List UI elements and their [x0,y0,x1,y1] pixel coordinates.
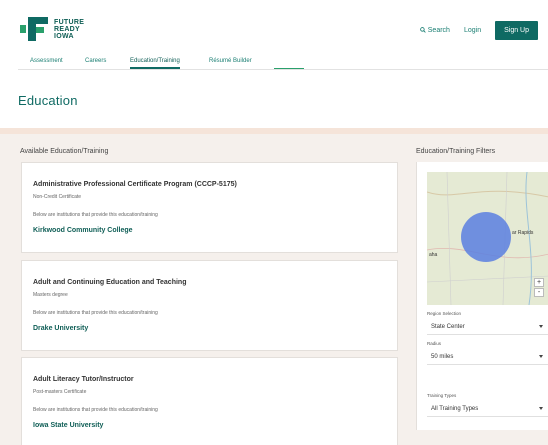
filters-panel: ar Rapids aha + - Region Selection State… [416,162,548,430]
training-types-select[interactable]: All Training Types [427,401,548,417]
chevron-down-icon [539,355,543,358]
map-graphic [427,172,548,305]
tab-resume-builder[interactable]: Résumé Builder [209,58,252,64]
zoom-in-button[interactable]: + [534,278,544,287]
tab-divider [274,68,304,69]
logo-line: READY [54,26,81,33]
nav-tabs: Assessment Careers Education/Training Ré… [18,56,548,70]
card-note: Below are institutions that provide this… [33,407,158,413]
training-types-value: All Training Types [431,405,479,412]
institution-link[interactable]: Drake University [33,325,88,332]
map-side-label: aha [429,252,438,258]
chevron-down-icon [539,325,543,328]
region-value: State Center [431,323,465,330]
zoom-out-button[interactable]: - [534,288,544,297]
chevron-down-icon [539,407,543,410]
card-title[interactable]: Adult Literacy Tutor/Instructor [33,376,134,383]
education-card: Administrative Professional Certificate … [21,162,398,253]
radius-value: 50 miles [431,353,454,360]
tab-careers[interactable]: Careers [85,58,106,64]
card-type: Post-masters Certificate [33,389,87,395]
institution-link[interactable]: Iowa State University [33,422,103,429]
header-actions: Search Login Sign Up [419,20,538,40]
filters-heading: Education/Training Filters [416,148,496,155]
region-map[interactable]: ar Rapids aha + - [427,172,548,305]
logo-line: IOWA [54,33,74,40]
login-link[interactable]: Login [464,27,481,34]
card-note: Below are institutions that provide this… [33,212,158,218]
logo-line: FUTURE [54,19,85,26]
available-heading: Available Education/Training [20,148,109,155]
training-types-label: Training Types [427,393,457,398]
search-link[interactable]: Search [419,26,450,34]
card-type: Non-Credit Certificate [33,194,82,200]
region-label: Region Selection [427,311,462,316]
search-label: Search [427,26,450,34]
site-header: FUTURE READY IOWA Search Login Sign Up [0,0,548,56]
map-city-label: ar Rapids [512,230,534,236]
logo-text: FUTURE READY IOWA [54,19,84,40]
tab-education-training[interactable]: Education/Training [130,58,180,69]
radius-label: Radius [427,341,442,346]
tab-assessment[interactable]: Assessment [30,58,63,64]
institution-link[interactable]: Kirkwood Community College [33,227,133,234]
future-ready-iowa-logo[interactable] [20,14,50,44]
radius-select[interactable]: 50 miles [427,349,548,365]
education-card: Adult Literacy Tutor/Instructor Post-mas… [21,357,398,445]
card-title[interactable]: Administrative Professional Certificate … [33,181,237,188]
search-icon [419,27,426,33]
signup-button[interactable]: Sign Up [495,20,538,40]
card-note: Below are institutions that provide this… [33,310,158,316]
page-title: Education [18,93,78,108]
education-card: Adult and Continuing Education and Teach… [21,260,398,351]
card-type: Masters degree [33,292,68,298]
region-select[interactable]: State Center [427,319,548,335]
card-title[interactable]: Adult and Continuing Education and Teach… [33,279,186,286]
